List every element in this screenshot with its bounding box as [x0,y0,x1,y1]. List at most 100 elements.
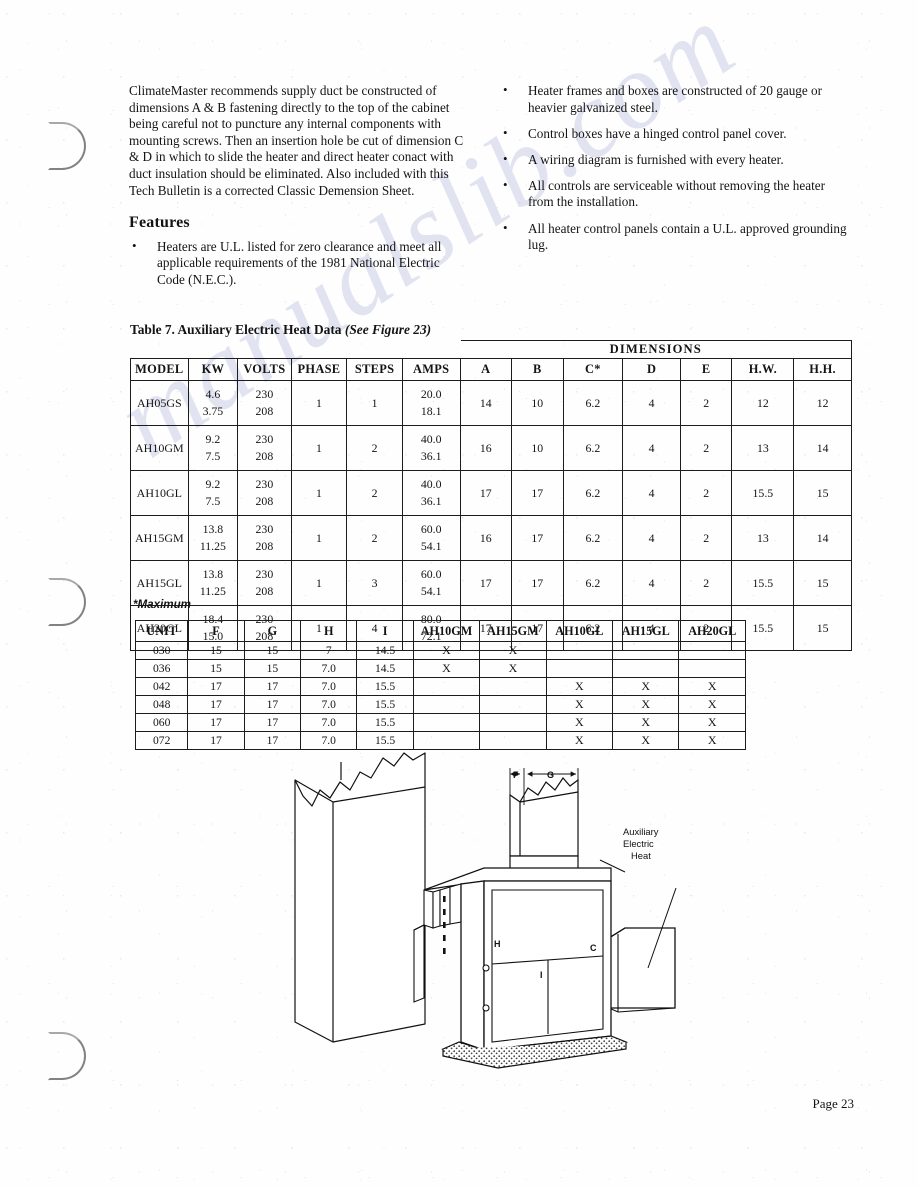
unit-table-column-header: F [187,620,245,642]
unit-table-row: 060 17 17 7.0 15.5 X X X [134,713,746,732]
table7-caption-figure-ref: (See Figure 23) [344,322,432,337]
unit-table-cell-g: 17 [243,695,302,714]
features-heading: Features [129,214,190,232]
table7-cell-steps: 3 [346,560,403,606]
table7-cell-hw: 12 [731,380,795,426]
binder-hole-middle [48,578,86,626]
table7-cell-kw: 4.6 3.75 [187,380,239,426]
table7-cell-steps: 2 [346,425,403,471]
callout-auxiliary-line2: Electric [623,838,654,849]
unit-table-body: 030 15 15 7 14.5 X X 036 15 15 7.0 14.5 X X 042 17 17 7.0… [134,641,746,750]
unit-compatibility-table: UNIT F G H I AH10GM AH15GM AH10GL AH15GL AH20GL 0… [134,620,746,750]
unit-table-cell-h: 7.0 [300,731,358,750]
unit-table-cell-i: 15.5 [356,695,414,714]
unit-table-row: 030 15 15 7 14.5 X X [134,641,746,660]
table7-caption-text: Table 7. Auxiliary Electric Heat Data [130,322,345,337]
table7-cell-b: 17 [511,470,564,516]
table7-row: AH05GS 4.6 3.75 230 208 1 1 20.0 18.1 14 10 6.2 4 2 12… [130,380,852,426]
table7-cell-hh: 14 [793,425,852,471]
table7-column-header: MODEL [130,358,189,381]
dimension-label-i: I [540,970,543,980]
unit-table-column-header: G [243,620,302,642]
table7-body: AH05GS 4.6 3.75 230 208 1 1 20.0 18.1 14 10 6.2 4 2 12… [130,380,852,651]
unit-table-cell-ah20gl: X [678,677,746,696]
auxiliary-electric-heat-table: DIMENSIONS MODEL KW VOLTS PHASE STEPS AMPS A B C… [130,340,853,651]
unit-table-cell-ah10gl [545,641,614,660]
unit-table-cell-g: 15 [243,641,302,660]
unit-table-column-header: AH20GL [678,620,746,642]
table7-cell-b: 17 [511,560,564,606]
bullet-glyph-icon: • [132,237,137,253]
table7-footnote: *Maximum [133,598,191,611]
spec-bullet-text: All controls are serviceable without rem… [528,177,825,210]
table7-cell-a: 16 [459,515,513,561]
table7-cell-amps: 60.0 54.1 [401,515,461,561]
table7-column-header: PHASE [290,358,348,381]
table7-group-header-row: DIMENSIONS [130,340,853,359]
feature-bullet: • Heaters are U.L. listed for zero cleara… [129,237,470,289]
unit-table-cell-ah15gl [612,659,680,678]
spec-bullet-text: Heater frames and boxes are constructed … [528,83,823,115]
unit-table-cell-ah20gl: X [678,695,746,714]
table7-cell-a: 14 [459,380,513,426]
table7-column-header: STEPS [346,358,403,381]
unit-table-cell-ah10gm [412,731,481,750]
table7-cell-model: AH05GS [130,380,189,426]
table7-cell-amps: 60.0 54.1 [401,560,461,606]
duct-outline [294,752,426,1043]
unit-table-cell-g: 17 [243,713,302,732]
unit-table-cell-ah10gl: X [545,731,614,750]
table7-column-header: B [511,358,564,381]
table7-column-header: A [459,358,513,381]
unit-table-cell-g: 17 [243,677,302,696]
bullet-glyph-icon: • [503,124,508,140]
unit-table-cell-i: 15.5 [356,677,414,696]
unit-table-column-header: I [356,620,414,642]
unit-table-row: 048 17 17 7.0 15.5 X X X [134,695,746,714]
unit-table-cell-ah15gl: X [612,731,680,750]
table7-column-header: E [679,358,733,381]
table7-cell-e: 2 [679,470,733,516]
table7-cell-hh: 15 [793,470,852,516]
unit-table-row: 072 17 17 7.0 15.5 X X X [134,731,746,750]
unit-table-cell-f: 17 [187,713,245,732]
unit-table-cell-ah10gm [412,713,481,732]
table7-cell-phase: 1 [290,515,348,561]
table7-cell-kw: 9.2 7.5 [187,470,239,516]
binder-hole-bottom [48,1032,86,1080]
table7-cell-hw: 13 [731,425,795,471]
unit-table-cell-h: 7.0 [300,695,358,714]
table7-cell-c: 6.2 [562,380,624,426]
unit-table-column-header: AH15GM [479,620,547,642]
unit-table-cell-i: 14.5 [356,641,414,660]
table7-cell-volts: 230 208 [237,515,292,561]
unit-table-header-row: UNIT F G H I AH10GM AH15GM AH10GL AH15GL AH20GL [134,620,746,642]
table7-cell-volts: 230 208 [237,470,292,516]
table7-cell-hw: 15.5 [731,470,795,516]
table7-cell-b: 10 [511,425,564,471]
table7-cell-kw: 9.2 7.5 [187,425,239,471]
unit-table-cell-ah10gl: X [545,677,614,696]
table7-cell-a: 17 [459,560,513,606]
table7-cell-steps: 2 [346,470,403,516]
table7-cell-volts: 230 208 [237,380,292,426]
unit-table-head: UNIT F G H I AH10GM AH15GM AH10GL AH15GL AH20GL [134,620,746,642]
unit-table-cell-ah10gm [412,695,481,714]
unit-table-cell-i: 15.5 [356,713,414,732]
specs-bullet-list: • Heater frames and boxes are constructed… [500,82,852,254]
unit-table-cell-ah20gl: X [678,713,746,732]
table7-cell-hh: 12 [793,380,852,426]
spec-bullet-text: Control boxes have a hinged control pane… [528,125,787,141]
unit-table-cell-f: 15 [187,641,245,660]
dimensions-group-header: DIMENSIONS [459,340,853,359]
bullet-glyph-icon: • [503,176,508,192]
unit-table-cell-i: 15.5 [356,731,414,750]
binder-hole-top [48,122,86,170]
table7-cell-d: 4 [622,425,681,471]
document-page: manualslib.com ClimateMaster recommends … [0,0,918,1188]
bullet-glyph-icon: • [503,150,508,166]
table7-cell-volts: 230 208 [237,425,292,471]
table7-cell-e: 2 [679,425,733,471]
unit-table-cell-ah20gl [678,659,746,678]
spec-bullet: • Heater frames and boxes are constructed… [500,82,852,116]
